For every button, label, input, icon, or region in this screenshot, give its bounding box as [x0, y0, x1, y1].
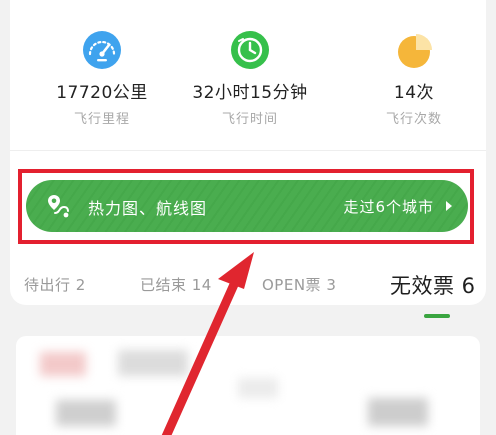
blurred-content — [40, 352, 86, 376]
tab-finished[interactable]: 已结束 14 — [140, 274, 212, 295]
tab-pending[interactable]: 待出行 2 — [24, 274, 86, 295]
ticket-tabs: 待出行 2 已结束 14 OPEN票 3 无效票 6 — [10, 262, 496, 312]
ticket-card-blurred[interactable] — [16, 336, 480, 435]
stat-flight-distance[interactable]: 17720公里 飞行里程 — [32, 30, 172, 127]
blurred-content — [238, 378, 278, 398]
stat-flight-time[interactable]: 32小时15分钟 飞行时间 — [180, 30, 320, 127]
stat-value: 14次 — [393, 83, 435, 103]
clock-icon — [231, 31, 269, 69]
blurred-content — [56, 400, 116, 426]
speedometer-icon — [83, 31, 121, 69]
tab-open-ticket[interactable]: OPEN票 3 — [262, 274, 336, 295]
trip-stats-screen: 17720公里 飞行里程 32小时15分钟 飞行时间 14次 飞行次数 热力图、… — [0, 0, 496, 435]
stat-label: 飞行时间 — [221, 112, 278, 127]
stat-value: 17720公里 — [56, 83, 148, 103]
divider — [10, 150, 486, 151]
active-tab-indicator — [424, 314, 450, 318]
blurred-content — [368, 398, 428, 426]
blurred-content — [118, 350, 188, 376]
stats-row: 17720公里 飞行里程 32小时15分钟 飞行时间 14次 飞行次数 — [10, 30, 486, 140]
stat-flight-count[interactable]: 14次 飞行次数 — [344, 30, 484, 127]
stat-label: 飞行次数 — [385, 112, 442, 127]
stat-value: 32小时15分钟 — [192, 83, 308, 103]
stat-label: 飞行里程 — [73, 112, 130, 127]
tab-invalid-ticket[interactable]: 无效票 6 — [390, 270, 476, 300]
pie-chart-icon — [398, 34, 432, 68]
highlight-annotation-box — [18, 169, 474, 244]
